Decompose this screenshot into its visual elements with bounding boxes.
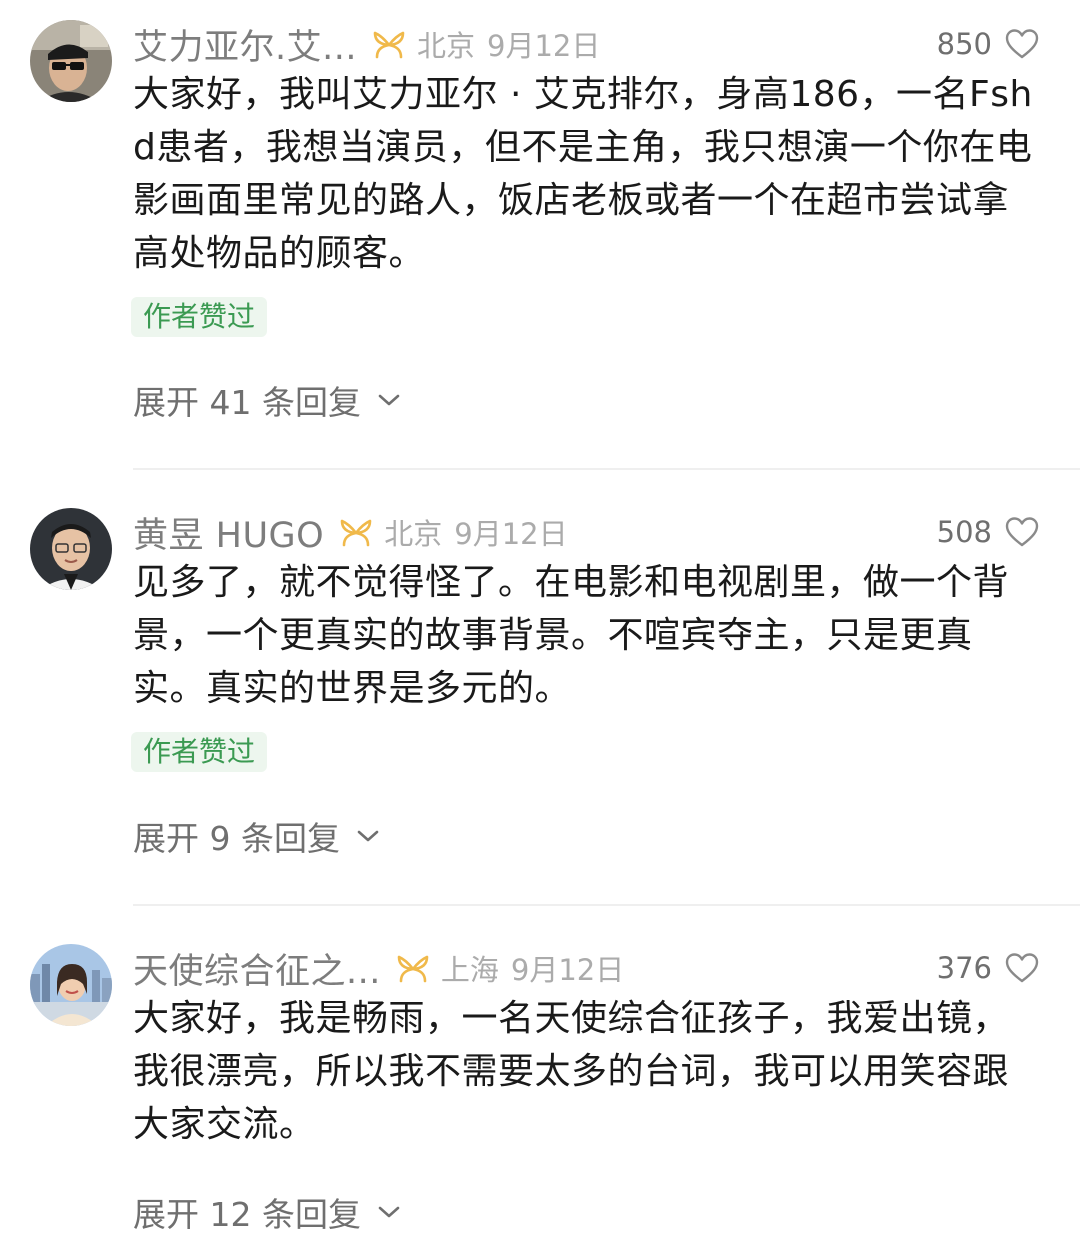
avatar[interactable] xyxy=(30,508,112,590)
comment-date: 9月12日 xyxy=(454,517,568,551)
expand-replies-label: 展开 12 条回复 xyxy=(133,1195,361,1234)
expand-replies-button[interactable]: 展开 9 条回复 xyxy=(133,812,380,860)
chevron-down-icon xyxy=(378,1206,400,1218)
comment-date: 9月12日 xyxy=(487,29,601,63)
ribbon-badge-icon xyxy=(373,31,405,59)
expand-replies-button[interactable]: 展开 41 条回复 xyxy=(133,376,401,424)
expand-replies-button[interactable]: 展开 12 条回复 xyxy=(133,1188,401,1236)
expand-replies-label: 展开 41 条回复 xyxy=(133,383,361,422)
like-count: 508 xyxy=(936,515,992,549)
comment-text: 大家好，我是畅雨，一名天使综合征孩子，我爱出镜，我很漂亮，所以我不需要太多的台词… xyxy=(133,998,1010,1145)
username[interactable]: 天使综合征之... xyxy=(133,943,381,994)
heart-outline-icon xyxy=(1005,953,1039,983)
comment-date: 9月12日 xyxy=(510,953,625,987)
divider xyxy=(133,904,1080,906)
like-button[interactable]: 508 xyxy=(937,515,1040,549)
comment-text: 大家好，我叫艾力亚尔 · 艾克排尔，身高186，一名Fshd患者，我想当演员，但… xyxy=(133,74,1033,274)
location: 北京 xyxy=(384,517,443,551)
divider xyxy=(133,468,1080,470)
chevron-down-icon xyxy=(378,394,400,406)
author-liked-badge: 作者赞过 xyxy=(131,732,268,772)
heart-outline-icon xyxy=(1005,517,1039,547)
username[interactable]: 黄昱 HUGO xyxy=(133,507,324,558)
username[interactable]: 艾力亚尔.艾... xyxy=(133,19,357,70)
avatar[interactable] xyxy=(30,944,112,1026)
chevron-down-icon xyxy=(357,830,379,842)
location: 上海 xyxy=(440,953,499,987)
heart-outline-icon xyxy=(1005,29,1039,59)
comment-text: 见多了，就不觉得怪了。在电影和电视剧里，做一个背景，一个更真实的故事背景。不喧宾… xyxy=(133,562,1010,709)
like-button[interactable]: 376 xyxy=(937,951,1040,985)
ribbon-badge-icon xyxy=(397,955,429,983)
expand-replies-label: 展开 9 条回复 xyxy=(133,819,340,858)
location: 北京 xyxy=(417,29,476,63)
like-count: 850 xyxy=(936,27,992,61)
like-button[interactable]: 850 xyxy=(937,27,1040,61)
avatar[interactable] xyxy=(30,20,112,102)
ribbon-badge-icon xyxy=(340,519,372,547)
like-count: 376 xyxy=(936,951,992,985)
comment-meta: 天使综合征之... 上海 9月12日 376 xyxy=(133,944,1040,992)
author-liked-badge: 作者赞过 xyxy=(131,297,268,337)
comment-meta: 黄昱 HUGO 北京 9月12日 508 xyxy=(133,508,1040,556)
comment-meta: 艾力亚尔.艾... 北京 9月12日 850 xyxy=(133,20,1040,68)
